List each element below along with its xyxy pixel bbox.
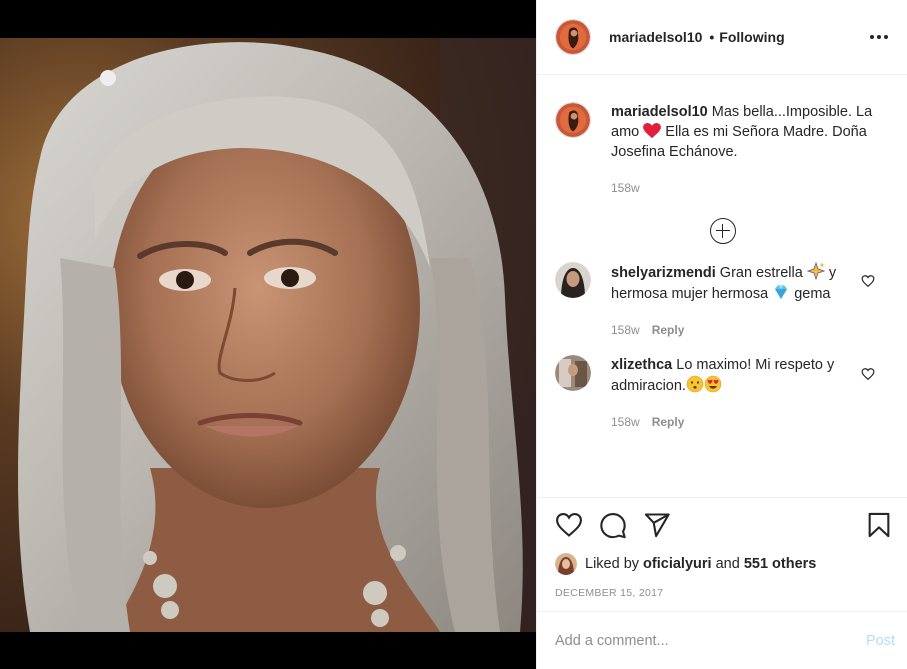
post-sidebar: mariadelsol10 • Following mariadelsol10 … bbox=[536, 0, 907, 669]
caption: mariadelsol10 Mas bella...Imposible. La … bbox=[555, 102, 891, 198]
liker-avatar[interactable] bbox=[555, 553, 577, 575]
separator-dot: • bbox=[709, 29, 715, 45]
comment-bubble-icon[interactable] bbox=[599, 511, 627, 539]
action-bar bbox=[537, 498, 907, 552]
more-horizontal-icon[interactable] bbox=[867, 25, 891, 49]
red-heart-emoji-icon bbox=[643, 123, 662, 139]
comment-time[interactable]: 158w bbox=[611, 415, 640, 429]
comment-username[interactable]: xlizethca bbox=[611, 357, 672, 373]
load-more-comments bbox=[555, 218, 891, 244]
comment-time[interactable]: 158w bbox=[611, 323, 640, 337]
add-comment-bar: Post bbox=[537, 611, 907, 669]
comment-body: shelyarizmendi Gran estrella y hermosa m… bbox=[611, 261, 837, 340]
comment-item: shelyarizmendi Gran estrella y hermosa m… bbox=[555, 261, 891, 340]
hushed-face-emoji-icon bbox=[686, 375, 704, 393]
comments-section[interactable]: mariadelsol10 Mas bella...Imposible. La … bbox=[537, 76, 907, 496]
reply-button[interactable]: Reply bbox=[652, 415, 685, 429]
author-avatar[interactable] bbox=[555, 19, 591, 55]
post-photo bbox=[0, 38, 536, 632]
heart-outline-icon[interactable] bbox=[861, 367, 875, 381]
post-comment-button[interactable]: Post bbox=[866, 633, 895, 649]
reply-button[interactable]: Reply bbox=[652, 323, 685, 337]
post-date[interactable]: DECEMBER 15, 2017 bbox=[537, 587, 907, 599]
likes-summary: Liked by oficialyuri and 551 others bbox=[537, 552, 907, 576]
heart-outline-icon[interactable] bbox=[861, 274, 875, 288]
following-button[interactable]: Following bbox=[719, 29, 784, 45]
likes-others[interactable]: 551 others bbox=[744, 556, 817, 572]
post-media[interactable] bbox=[0, 0, 536, 669]
author-username[interactable]: mariadelsol10 bbox=[609, 29, 702, 45]
sparkles-emoji-icon bbox=[806, 261, 826, 281]
comment-username[interactable]: shelyarizmendi bbox=[611, 265, 716, 281]
post-header: mariadelsol10 • Following bbox=[537, 0, 907, 75]
post-actions-section: Liked by oficialyuri and 551 others DECE… bbox=[537, 497, 907, 599]
comment-meta: 158w Reply bbox=[611, 412, 837, 432]
gem-emoji-icon bbox=[772, 283, 790, 301]
like-heart-icon[interactable] bbox=[555, 511, 583, 539]
heart-eyes-emoji-icon bbox=[704, 375, 722, 393]
plus-circle-icon[interactable] bbox=[710, 218, 736, 244]
caption-body: mariadelsol10 Mas bella...Imposible. La … bbox=[611, 102, 873, 198]
bookmark-save-icon[interactable] bbox=[865, 511, 893, 539]
caption-time[interactable]: 158w bbox=[611, 181, 640, 195]
comment-meta: 158w Reply bbox=[611, 320, 837, 340]
likes-middle: and bbox=[715, 556, 740, 572]
comment-input[interactable] bbox=[555, 632, 866, 649]
comment-body: xlizethca Lo maximo! Mi respeto y admira… bbox=[611, 355, 837, 432]
share-paper-plane-icon[interactable] bbox=[643, 511, 671, 539]
likes-prefix: Liked by bbox=[585, 556, 640, 572]
caption-avatar[interactable] bbox=[555, 102, 591, 138]
comment-text: Gran estrella bbox=[715, 265, 807, 281]
comment-text: gema bbox=[790, 286, 831, 302]
caption-meta: 158w bbox=[611, 178, 873, 198]
commenter-avatar[interactable] bbox=[555, 355, 591, 391]
caption-username[interactable]: mariadelsol10 bbox=[611, 104, 708, 120]
instagram-post: mariadelsol10 • Following mariadelsol10 … bbox=[0, 0, 907, 669]
comment-item: xlizethca Lo maximo! Mi respeto y admira… bbox=[555, 355, 891, 432]
liker-username[interactable]: oficialyuri bbox=[643, 556, 712, 572]
commenter-avatar[interactable] bbox=[555, 262, 591, 298]
